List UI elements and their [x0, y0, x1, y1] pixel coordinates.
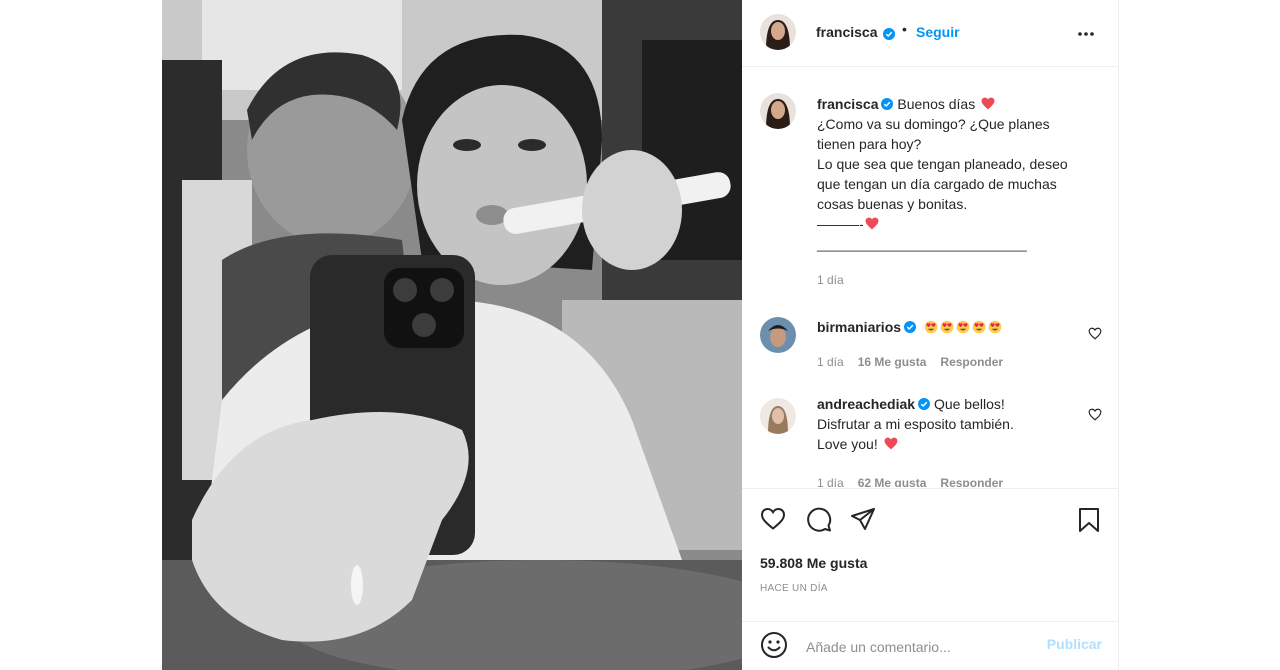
red-heart-icon	[884, 437, 898, 450]
heart-eyes-emoji-icon	[940, 320, 954, 334]
comment-meta: 1 día 62 Me gusta Responder	[817, 476, 1017, 487]
comment-likes[interactable]: 16 Me gusta	[858, 355, 927, 369]
heart-eyes-emoji-icon	[988, 320, 1002, 334]
caption-time-label[interactable]: 1 día	[817, 273, 844, 287]
verified-badge-icon	[918, 398, 931, 410]
caption-time[interactable]: 1 día	[817, 273, 858, 287]
photo-illustration	[162, 0, 742, 670]
heart-eyes-emoji-row	[924, 319, 1004, 335]
comment-time[interactable]: 1 día	[817, 355, 844, 369]
red-heart-icon	[981, 97, 995, 110]
commenter-username[interactable]: andreachediak	[817, 396, 915, 412]
post-header: francisca • Seguir	[742, 0, 1118, 67]
like-heart-icon[interactable]	[760, 507, 786, 536]
add-comment-input[interactable]	[804, 635, 1058, 659]
comment-likes[interactable]: 62 Me gusta	[858, 476, 927, 487]
commenter-username[interactable]: birmaniarios	[817, 319, 901, 335]
separator-dot: •	[902, 21, 907, 37]
caption-block: francisca Buenos días ¿Como va su doming…	[742, 67, 1118, 307]
author-username[interactable]: francisca	[816, 24, 877, 40]
red-heart-icon	[865, 217, 879, 230]
add-comment-bar: Publicar	[742, 621, 1118, 670]
comment-text: andreachediak Que bellos! Disfrutar a mi…	[817, 394, 1087, 454]
comment-item: birmaniarios 1 día 16 Me gusta Responder	[742, 313, 1118, 383]
caption-line: tienen para hoy?	[817, 136, 922, 152]
reply-button[interactable]: Responder	[940, 476, 1003, 487]
commenter-avatar[interactable]	[760, 398, 796, 434]
caption-line: ¿Como va su domingo? ¿Que planes	[817, 116, 1050, 132]
save-bookmark-icon[interactable]	[1078, 507, 1100, 538]
caption-line: Lo que sea que tengan planeado, deseo	[817, 156, 1068, 172]
like-comment-heart-icon[interactable]	[1088, 408, 1102, 426]
caption-line: cosas buenas y bonitas.	[817, 196, 968, 212]
verified-badge-icon	[881, 98, 894, 110]
comment-line: Que bellos!	[933, 396, 1005, 412]
share-icon[interactable]	[850, 507, 876, 536]
comment-text: birmaniarios	[817, 317, 1077, 337]
likes-count[interactable]: 59.808 Me gusta	[760, 555, 867, 571]
follow-button[interactable]: Seguir	[916, 24, 960, 40]
verified-badge-icon	[883, 26, 895, 44]
comments-list[interactable]: francisca Buenos días ¿Como va su doming…	[742, 67, 1118, 487]
caption-dash-line: ———-	[817, 216, 864, 232]
caption-username[interactable]: francisca	[817, 96, 878, 112]
post-detail-panel: francisca • Seguir francisca Buenos días…	[742, 0, 1119, 670]
caption-author-avatar[interactable]	[760, 93, 796, 129]
comment-item: andreachediak Que bellos! Disfrutar a mi…	[742, 394, 1118, 487]
caption-greeting: Buenos días	[897, 96, 976, 112]
commenter-avatar[interactable]	[760, 317, 796, 353]
heart-eyes-emoji-icon	[956, 320, 970, 334]
post-actions: 59.808 Me gusta HACE UN DÍA	[742, 488, 1118, 622]
verified-badge-icon	[904, 321, 917, 333]
comment-time[interactable]: 1 día	[817, 476, 844, 487]
comment-line: Disfrutar a mi esposito también.	[817, 416, 1014, 432]
heart-eyes-emoji-icon	[972, 320, 986, 334]
author-avatar[interactable]	[760, 14, 796, 50]
heart-eyes-emoji-icon	[924, 320, 938, 334]
post-photo[interactable]	[162, 0, 742, 670]
emoji-smiley-icon[interactable]	[760, 631, 788, 664]
post-timestamp[interactable]: HACE UN DÍA	[760, 583, 828, 594]
caption-underline: _____________________________	[817, 237, 1027, 252]
comment-line: Love you!	[817, 436, 878, 452]
reply-button[interactable]: Responder	[940, 355, 1003, 369]
publish-button[interactable]: Publicar	[1047, 636, 1102, 652]
caption-line: que tengan un día cargado de muchas	[817, 176, 1057, 192]
caption-text: francisca Buenos días ¿Como va su doming…	[817, 94, 1107, 255]
like-comment-heart-icon[interactable]	[1088, 327, 1102, 345]
comment-icon[interactable]	[806, 507, 832, 538]
comment-meta: 1 día 16 Me gusta Responder	[817, 355, 1017, 369]
more-options-icon[interactable]	[1076, 24, 1096, 49]
